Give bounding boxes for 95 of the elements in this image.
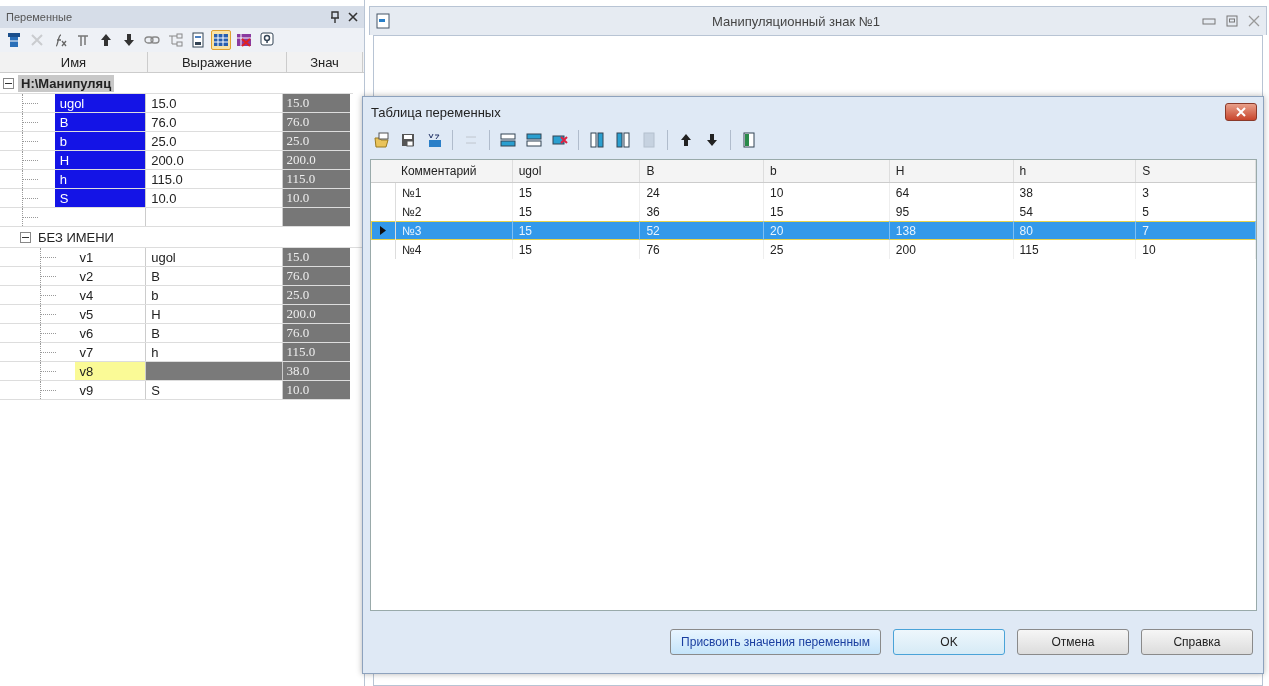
table-cell: 115 (1013, 240, 1137, 259)
value-cell: 10.0 (283, 381, 350, 399)
table-cell: 64 (889, 183, 1014, 202)
close-button[interactable] (1225, 103, 1257, 121)
column-icon (741, 132, 757, 148)
value-cell: 25.0 (283, 132, 350, 150)
value-cell: 15.0 (283, 248, 350, 266)
collapse-icon[interactable] (20, 231, 31, 243)
column-header[interactable]: S (1136, 160, 1256, 182)
value-cell: 10.0 (283, 189, 350, 207)
value-cell: 38.0 (283, 362, 350, 380)
column-header[interactable]: Выражение (148, 52, 287, 72)
value-cell: 15.0 (283, 94, 350, 112)
table-cell: 24 (640, 183, 765, 202)
pi-icon (75, 32, 91, 48)
variables-icon (426, 132, 442, 148)
table-icon (236, 32, 252, 48)
arrow-up-icon (678, 132, 694, 148)
table-cell: 76 (640, 240, 765, 259)
value-cell: 200.0 (283, 151, 350, 169)
arrow-down-icon (121, 32, 137, 48)
insert-column-icon (615, 132, 631, 148)
open-folder-icon (374, 132, 390, 148)
table-row[interactable]: №1 15 24 10 64 38 3 (371, 183, 1256, 202)
name-cell[interactable]: H (54, 151, 147, 169)
table-cell: 15 (512, 240, 641, 259)
close-icon[interactable] (348, 12, 358, 22)
delete-row-icon (552, 132, 568, 148)
insert-row-icon (500, 132, 516, 148)
value-cell: 25.0 (283, 286, 350, 304)
table-cell: 15 (512, 183, 641, 202)
column-header[interactable]: Имя (0, 52, 148, 72)
dialog-button[interactable]: OK (893, 629, 1005, 655)
column-header[interactable]: H (889, 160, 1014, 182)
cross-icon (29, 32, 45, 48)
value-cell: 115.0 (283, 170, 350, 188)
table-row[interactable]: №4 15 76 25 200 115 10 (371, 240, 1256, 259)
column-header[interactable]: Комментарий (394, 160, 513, 182)
name-cell[interactable]: v8 (74, 362, 147, 380)
panel-title: Переменные (6, 11, 74, 23)
document-icon (376, 13, 390, 29)
value-cell: 76.0 (283, 324, 350, 342)
name-cell[interactable]: b (54, 132, 147, 150)
dialog-button[interactable]: Справка (1141, 629, 1253, 655)
group-label[interactable]: H:\Манипуляц (18, 74, 115, 92)
table-cell: 10 (764, 183, 890, 202)
column-header[interactable]: Знач (287, 52, 363, 72)
value-cell: 115.0 (283, 343, 350, 361)
column-header[interactable]: h (1013, 160, 1137, 182)
table-cell: 15 (512, 221, 641, 240)
list-icon (190, 32, 206, 48)
arrow-up-icon (98, 32, 114, 48)
name-cell[interactable]: h (54, 170, 147, 188)
dialog-button[interactable]: Присвоить значения переменным (670, 629, 881, 655)
collapse-icon[interactable] (3, 77, 14, 89)
group-label[interactable]: БЕЗ ИМЕНИ (35, 228, 117, 246)
table-cell: 38 (1013, 183, 1137, 202)
arrow-down-icon (704, 132, 720, 148)
value-cell: 76.0 (283, 113, 350, 131)
table-cell: №3 (394, 221, 513, 240)
name-cell[interactable]: S (54, 189, 147, 207)
table-cell: 52 (640, 221, 765, 240)
name-cell[interactable]: B (54, 113, 147, 131)
column-header[interactable]: B (640, 160, 765, 182)
table-cell: 200 (889, 240, 1014, 259)
current-row-icon (379, 226, 386, 235)
tree-icon (167, 32, 183, 48)
value-cell (283, 208, 350, 226)
close-icon (1236, 107, 1246, 117)
table-cell: №1 (394, 183, 513, 202)
table-cell: 80 (1013, 221, 1137, 240)
minimize-icon[interactable] (1202, 16, 1216, 26)
table-cell: 25 (764, 240, 890, 259)
table-cell: 7 (1136, 221, 1256, 240)
table-icon (213, 32, 229, 48)
table-cell: 3 (1136, 183, 1256, 202)
table-cell: 10 (1136, 240, 1256, 259)
dialog-button[interactable]: Отмена (1017, 629, 1129, 655)
column-header[interactable]: b (764, 160, 890, 182)
window-title: Манипуляционный знак №1 (711, 13, 881, 29)
value-cell: 76.0 (283, 267, 350, 285)
insert-column-icon (589, 132, 605, 148)
table-cell: 20 (764, 221, 890, 240)
insert-row-icon (526, 132, 542, 148)
maximize-icon[interactable] (1226, 15, 1238, 27)
pin-icon[interactable] (330, 11, 340, 23)
dialog-title: Таблица переменных (371, 104, 502, 120)
table-icon (6, 32, 22, 48)
expression-cell[interactable] (146, 362, 284, 380)
value-cell: 200.0 (283, 305, 350, 323)
table-cell: №4 (394, 240, 513, 259)
name-cell[interactable]: ugol (54, 94, 147, 112)
save-icon (400, 132, 416, 148)
column-header[interactable]: ugol (512, 160, 641, 182)
table-cell: 138 (889, 221, 1014, 240)
